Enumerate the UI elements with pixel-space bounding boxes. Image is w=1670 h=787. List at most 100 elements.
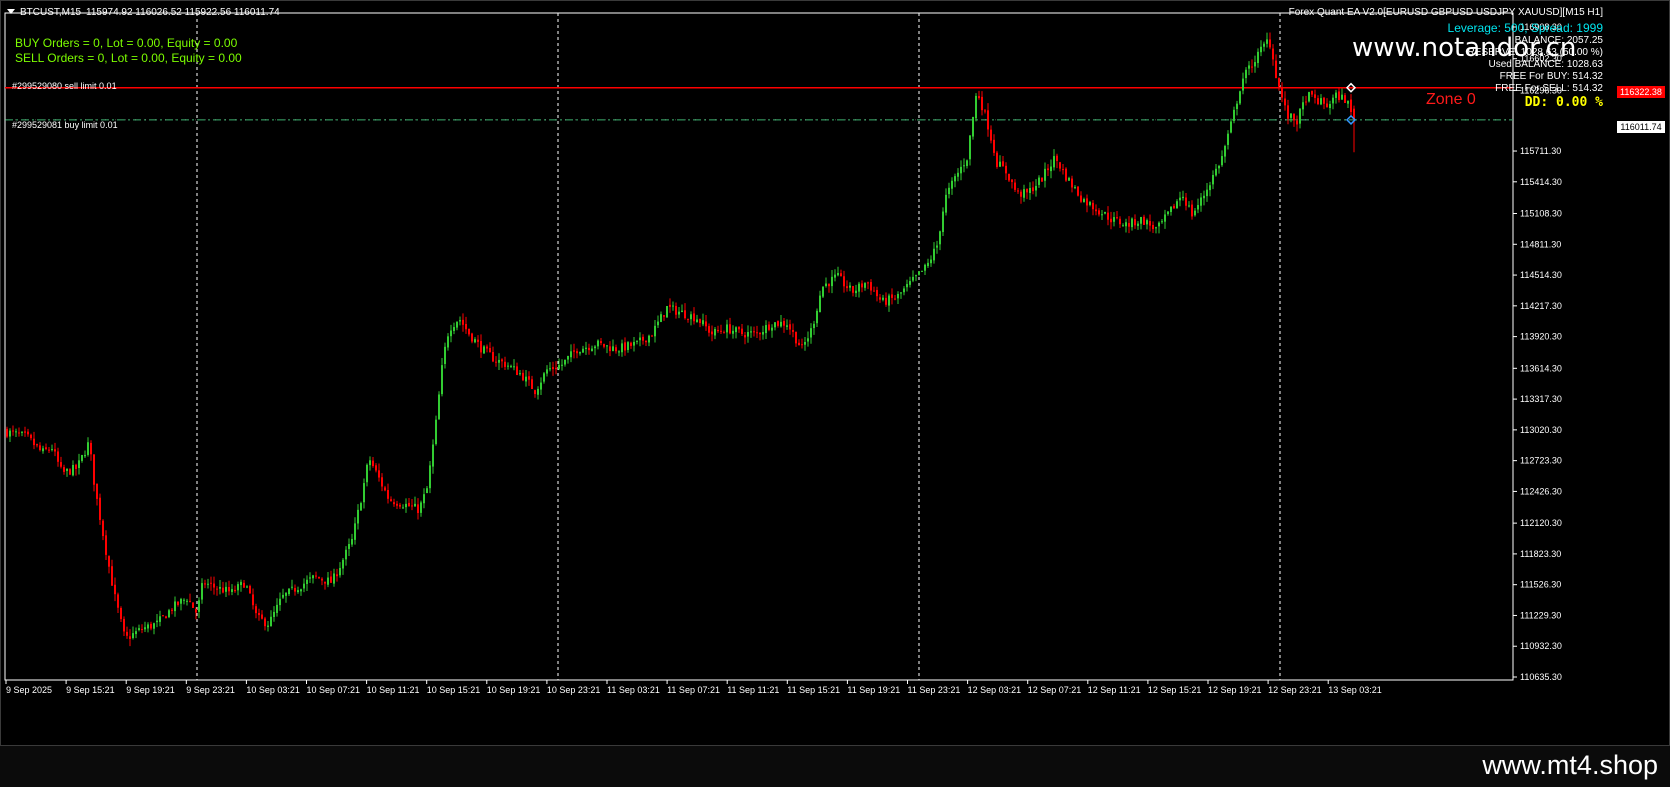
candle-body: [51, 449, 53, 451]
watermark-bottom: www.mt4.shop: [1482, 750, 1658, 780]
chart-menu-icon[interactable]: [7, 9, 15, 14]
candle-body: [1005, 165, 1007, 174]
y-tick-label: 115414.30: [1520, 177, 1562, 187]
candle-body: [471, 333, 473, 342]
candle-body: [285, 592, 287, 596]
candle-body: [744, 335, 746, 338]
candle-body: [849, 285, 851, 288]
candle-body: [579, 352, 581, 354]
candle-body: [1020, 191, 1022, 197]
candle-body: [519, 373, 521, 375]
candle-body: [1308, 92, 1310, 102]
candle-body: [291, 586, 293, 588]
candle-body: [1203, 195, 1205, 199]
candle-body: [468, 328, 470, 335]
x-tick-label: 11 Sep 19:21: [847, 685, 900, 695]
candle-body: [513, 366, 515, 368]
candle-body: [915, 275, 917, 277]
candle-body: [1326, 103, 1328, 108]
candle-body: [867, 282, 869, 284]
candle-body: [36, 444, 38, 446]
candle-body: [966, 160, 968, 167]
candle-body: [1236, 103, 1238, 110]
candle-body: [960, 166, 962, 174]
candle-body: [381, 477, 383, 487]
candle-body: [6, 428, 8, 437]
y-tick-label: 111823.30: [1520, 549, 1561, 559]
candle-body: [894, 298, 896, 300]
candle-body: [393, 502, 395, 505]
candle-body: [42, 448, 44, 452]
candle-body: [1284, 98, 1286, 106]
candle-body: [1140, 217, 1142, 224]
candle-body: [129, 636, 131, 639]
candle-body: [993, 139, 995, 153]
candle-body: [972, 117, 974, 137]
candle-body: [783, 320, 785, 326]
chart-window[interactable]: 116908.30 116602.30 116296.30 115711.30 1154…: [0, 0, 1670, 746]
candle-body: [873, 290, 875, 292]
candle-body: [441, 365, 443, 395]
candle-body: [1113, 217, 1115, 222]
candle-body: [1299, 108, 1301, 124]
candle-body: [1044, 168, 1046, 181]
candle-body: [342, 559, 344, 569]
x-tick-label: 10 Sep 15:21: [427, 685, 481, 695]
current-price-tag: 116011.74: [1617, 121, 1665, 133]
candle-body: [1233, 109, 1235, 122]
candle-body: [825, 283, 827, 287]
candle-body: [1323, 97, 1325, 104]
candle-body: [741, 328, 743, 335]
candle-body: [597, 340, 599, 347]
candle-body: [1008, 173, 1010, 181]
candle-body: [252, 594, 254, 606]
candle-body: [162, 615, 164, 617]
y-tick-label: 110635.30: [1520, 672, 1562, 682]
candle-body: [570, 351, 572, 358]
candle-body: [678, 311, 680, 315]
candle-body: [585, 347, 587, 349]
price-chart[interactable]: 116908.30116602.30116296.30115711.301154…: [1, 1, 1670, 747]
candle-body: [1254, 62, 1256, 67]
candle-body: [222, 587, 224, 593]
candle-body: [1176, 201, 1178, 209]
candle-body: [1200, 197, 1202, 206]
candle-body: [33, 438, 35, 446]
candle-body: [1188, 205, 1190, 207]
candle-body: [444, 346, 446, 364]
candle-body: [672, 305, 674, 307]
candle-body: [690, 314, 692, 320]
drawdown-info: DD: 0.00 %: [1524, 95, 1603, 110]
candle-body: [906, 284, 908, 288]
candle-body: [321, 578, 323, 581]
candle-body: [1128, 223, 1130, 227]
ohlc-values: 115974.92 116026.52 115922.56 116011.74: [86, 7, 280, 18]
candle-body: [69, 469, 71, 475]
candle-body: [693, 313, 695, 322]
candle-body: [81, 455, 83, 461]
sell-limit-order-label[interactable]: #299529080 sell limit 0.01: [12, 81, 117, 91]
candle-body: [942, 211, 944, 233]
candle-body: [351, 538, 353, 545]
candle-body: [141, 629, 143, 631]
candle-body: [297, 590, 299, 593]
candle-body: [273, 611, 275, 618]
candle-body: [93, 454, 95, 485]
candle-body: [924, 264, 926, 271]
candle-body: [1335, 92, 1337, 98]
ea-title: Forex Quant EA V2.0[EURUSD GBPUSD USDJPY…: [1288, 7, 1603, 18]
bottom-bar: www.mt4.shop: [0, 746, 1670, 787]
candle-body: [201, 583, 203, 600]
candle-body: [852, 286, 854, 293]
candle-body: [1158, 222, 1160, 227]
candle-body: [1119, 218, 1121, 225]
candle-body: [984, 110, 986, 112]
candle-body: [1080, 195, 1082, 202]
candle-body: [909, 281, 911, 285]
candle-body: [1272, 48, 1274, 60]
candle-body: [75, 464, 77, 469]
candle-body: [1065, 168, 1067, 181]
candle-body: [603, 343, 605, 347]
buy-limit-order-label[interactable]: #299529081 buy limit 0.01: [12, 120, 118, 130]
candle-body: [192, 602, 194, 608]
